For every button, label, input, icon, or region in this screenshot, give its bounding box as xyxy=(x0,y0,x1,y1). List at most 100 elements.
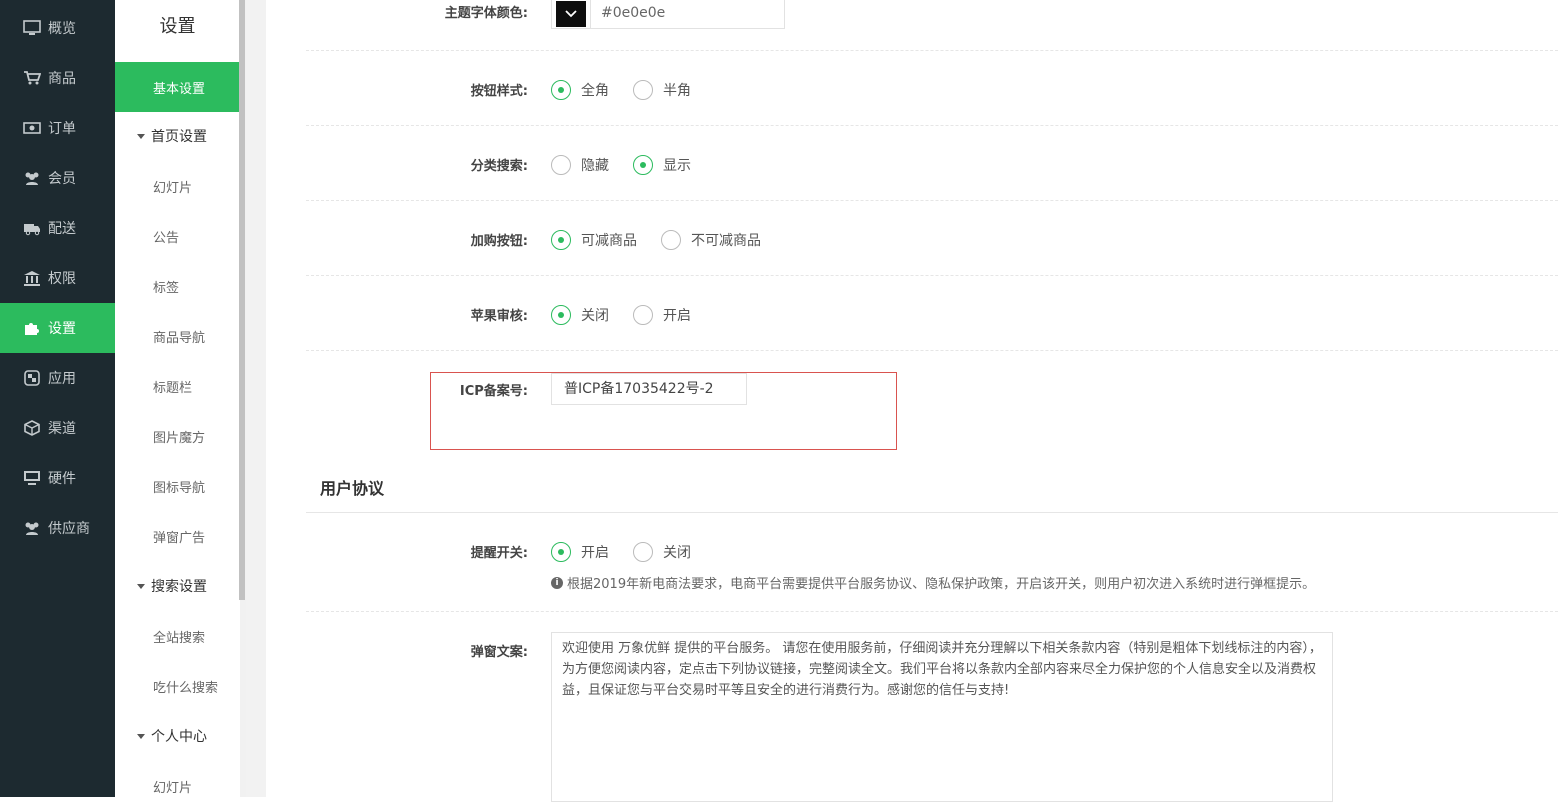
icp-label: ICP备案号: xyxy=(459,384,528,399)
nav-item-channels[interactable]: 渠道 xyxy=(0,403,115,453)
divider xyxy=(306,350,1558,351)
category-search-show-radio[interactable]: 显示 xyxy=(633,155,691,175)
divider xyxy=(306,611,1558,612)
category-search-label: 分类搜索: xyxy=(470,159,528,174)
caret-down-icon xyxy=(137,733,145,739)
nav-item-hardware[interactable]: 硬件 xyxy=(0,453,115,503)
radio-label: 隐藏 xyxy=(581,158,609,174)
nav-item-settings[interactable]: 设置 xyxy=(0,303,115,353)
submenu-group-search[interactable]: 搜索设置 xyxy=(115,561,240,611)
nav-item-label: 配送 xyxy=(48,221,76,237)
submenu-item-goods-nav[interactable]: 商品导航 xyxy=(115,311,240,361)
desktop-icon xyxy=(23,470,41,486)
users-icon xyxy=(23,170,41,186)
category-search-hide-radio[interactable]: 隐藏 xyxy=(551,155,609,175)
bank-icon xyxy=(23,270,41,286)
nav-item-label: 供应商 xyxy=(48,521,90,537)
radio-label: 关闭 xyxy=(581,308,609,324)
nav-item-label: 设置 xyxy=(48,321,76,337)
submenu-item-food-search[interactable]: 吃什么搜索 xyxy=(115,661,240,711)
remind-off-radio[interactable]: 关闭 xyxy=(633,542,691,562)
truck-icon xyxy=(23,220,41,236)
nav-item-label: 会员 xyxy=(48,171,76,187)
apple-review-on-radio[interactable]: 开启 xyxy=(633,305,691,325)
caret-down-icon xyxy=(137,133,145,139)
divider xyxy=(306,275,1558,276)
nav-item-label: 渠道 xyxy=(48,421,76,437)
nav-item-delivery[interactable]: 配送 xyxy=(0,203,115,253)
remind-switch-radio-group: 开启 关闭 xyxy=(551,542,715,562)
puzzle-icon xyxy=(23,320,41,336)
apple-review-off-radio[interactable]: 关闭 xyxy=(551,305,609,325)
submenu-item-site-search[interactable]: 全站搜索 xyxy=(115,611,240,661)
divider xyxy=(306,125,1558,126)
nav-item-label: 权限 xyxy=(48,271,76,287)
popup-text-textarea[interactable]: 欢迎使用 万象优鲜 提供的平台服务。 请您在使用服务前，仔细阅读并充分理解以下相… xyxy=(551,632,1333,802)
nav-item-label: 硬件 xyxy=(48,471,76,487)
submenu-item-icon-nav[interactable]: 图标导航 xyxy=(115,461,240,511)
color-swatch[interactable] xyxy=(552,0,590,28)
nav-item-label: 订单 xyxy=(48,121,76,137)
add-cart-button-label: 加购按钮: xyxy=(470,234,528,249)
radio-label: 全角 xyxy=(581,83,609,99)
icp-input[interactable]: 普ICP备17035422号-2 xyxy=(551,373,747,405)
remind-switch-label: 提醒开关: xyxy=(470,546,528,561)
submenu-group-label: 搜索设置 xyxy=(151,579,207,595)
add-cart-reducible-radio[interactable]: 可减商品 xyxy=(551,230,637,250)
button-style-label: 按钮样式: xyxy=(470,84,528,99)
radio-label: 关闭 xyxy=(663,545,691,561)
popup-text-label: 弹窗文案: xyxy=(470,645,528,660)
supplier-icon xyxy=(23,520,41,536)
apps-icon xyxy=(23,370,41,386)
nav-item-members[interactable]: 会员 xyxy=(0,153,115,203)
apple-review-label: 苹果审核: xyxy=(470,309,528,324)
divider xyxy=(306,200,1558,201)
theme-font-color-label: 主题字体颜色: xyxy=(444,6,528,21)
main-nav: 概览 商品 订单 会员 配送 权限 设置 应用 渠道 硬件 供应商 xyxy=(0,0,115,797)
submenu-title: 设置 xyxy=(159,16,196,37)
nav-item-apps[interactable]: 应用 xyxy=(0,353,115,403)
nav-item-permission[interactable]: 权限 xyxy=(0,253,115,303)
nav-item-overview[interactable]: 概览 xyxy=(0,3,115,53)
chevron-down-icon xyxy=(565,7,577,21)
submenu-item-notice[interactable]: 公告 xyxy=(115,211,240,261)
radio-label: 开启 xyxy=(663,308,691,324)
remind-hint: i 根据2019年新电商法要求，电商平台需要提供平台服务协议、隐私保护政策，开启… xyxy=(551,573,1315,592)
submenu-group-home[interactable]: 首页设置 xyxy=(115,111,240,161)
monitor-icon xyxy=(23,20,41,36)
radio-label: 可减商品 xyxy=(581,233,637,249)
radio-label: 开启 xyxy=(581,545,609,561)
button-style-full-radio[interactable]: 全角 xyxy=(551,80,609,100)
submenu-item-title-bar[interactable]: 标题栏 xyxy=(115,361,240,411)
submenu-item-personal-slides[interactable]: 幻灯片 xyxy=(115,761,240,811)
remind-on-radio[interactable]: 开启 xyxy=(551,542,609,562)
radio-label: 不可减商品 xyxy=(691,233,761,249)
settings-form: 主题字体颜色: #0e0e0e 按钮样式: 全角 半角 分类搜索: 隐藏 显示 … xyxy=(266,0,1558,802)
popup-text-content: 欢迎使用 万象优鲜 提供的平台服务。 请您在使用服务前，仔细阅读并充分理解以下相… xyxy=(562,641,1322,698)
add-cart-not-reducible-radio[interactable]: 不可减商品 xyxy=(661,230,761,250)
money-icon xyxy=(23,120,41,136)
nav-item-label: 商品 xyxy=(48,71,76,87)
nav-item-suppliers[interactable]: 供应商 xyxy=(0,503,115,553)
nav-item-goods[interactable]: 商品 xyxy=(0,53,115,103)
submenu-basic-settings[interactable]: 基本设置 xyxy=(115,62,239,112)
submenu-group-personal[interactable]: 个人中心 xyxy=(115,711,240,761)
section-title-user-agreement: 用户协议 xyxy=(320,479,385,498)
nav-item-orders[interactable]: 订单 xyxy=(0,103,115,153)
theme-font-color-input[interactable]: #0e0e0e xyxy=(590,0,784,28)
apple-review-radio-group: 关闭 开启 xyxy=(551,305,715,325)
cart-icon xyxy=(23,70,42,86)
submenu-item-popup-ad[interactable]: 弹窗广告 xyxy=(115,511,240,561)
submenu-item-tags[interactable]: 标签 xyxy=(115,261,240,311)
submenu-scrollbar-thumb[interactable] xyxy=(239,0,245,600)
theme-font-color-picker[interactable]: #0e0e0e xyxy=(551,0,785,29)
caret-down-icon xyxy=(137,583,145,589)
button-style-radio-group: 全角 半角 xyxy=(551,80,715,100)
section-divider xyxy=(306,512,1558,513)
button-style-half-radio[interactable]: 半角 xyxy=(633,80,691,100)
submenu-item-slides[interactable]: 幻灯片 xyxy=(115,161,240,211)
category-search-radio-group: 隐藏 显示 xyxy=(551,155,715,175)
submenu-item-image-cube[interactable]: 图片魔方 xyxy=(115,411,240,461)
settings-submenu: 设置 基本设置 首页设置 幻灯片 公告 标签 商品导航 标题栏 图片魔方 图标导… xyxy=(115,0,240,797)
remind-hint-text: 根据2019年新电商法要求，电商平台需要提供平台服务协议、隐私保护政策，开启该开… xyxy=(567,577,1316,592)
